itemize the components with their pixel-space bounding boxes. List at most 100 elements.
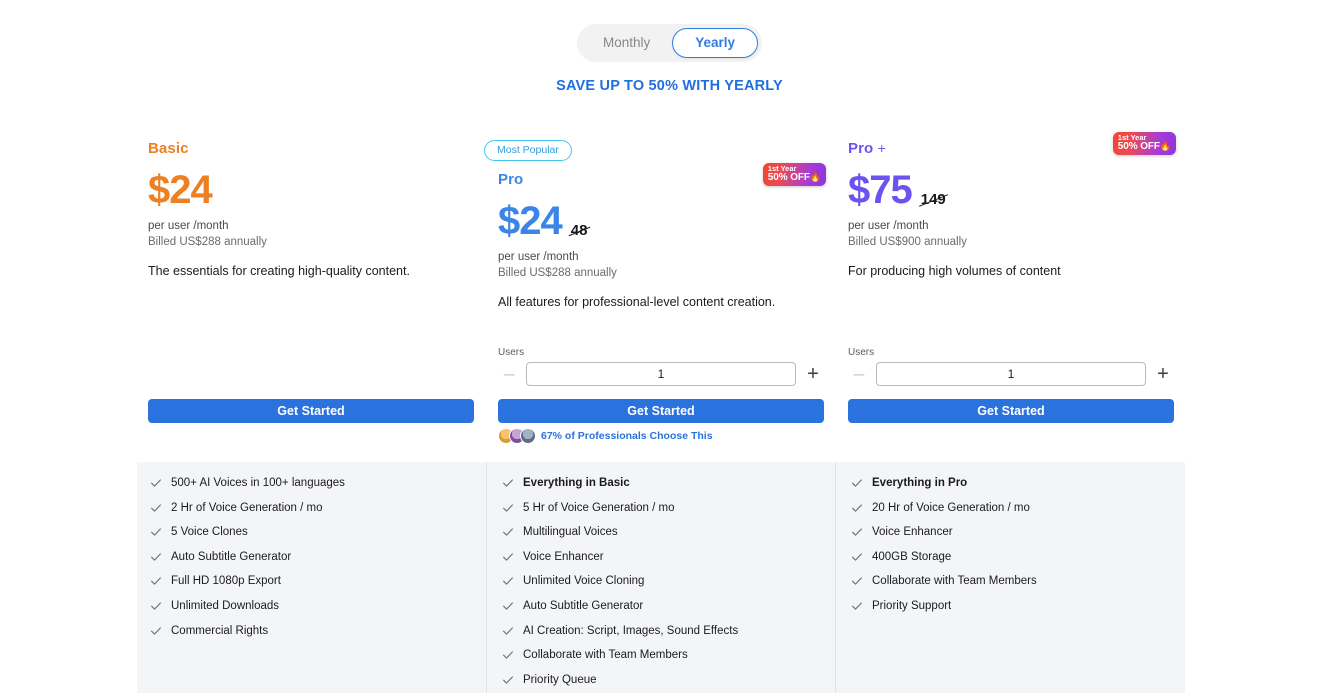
feature-item: Unlimited Downloads <box>149 599 486 613</box>
users-quantity-input-pro-plus[interactable]: 1 <box>876 362 1146 386</box>
feature-item: Priority Queue <box>501 673 835 687</box>
check-icon <box>151 528 161 536</box>
feature-label: 20 Hr of Voice Generation / mo <box>872 501 1030 514</box>
check-icon <box>151 627 161 635</box>
get-started-button-basic[interactable]: Get Started <box>148 399 474 423</box>
feature-item: 20 Hr of Voice Generation / mo <box>850 501 1184 515</box>
feature-item: 500+ AI Voices in 100+ languages <box>149 476 486 490</box>
toggle-option-yearly[interactable]: Yearly <box>672 28 759 58</box>
check-icon <box>503 627 513 635</box>
users-stepper-block-pro-plus: Users – 1 + <box>848 347 1174 386</box>
feature-item: Collaborate with Team Members <box>850 574 1184 588</box>
feature-item: 5 Voice Clones <box>149 525 486 539</box>
plan-header-pro-plus: Pro + 1st Year 50% OFF🔥 <box>848 132 1176 162</box>
price-row-pro: $24 48 <box>498 201 824 241</box>
discount-badge-line2-pro: 50% OFF🔥 <box>767 171 821 184</box>
check-icon <box>503 528 513 536</box>
feature-label: Collaborate with Team Members <box>872 575 1037 588</box>
check-icon <box>503 651 513 659</box>
plan-name-basic: Basic <box>148 140 189 157</box>
fire-icon: 🔥 <box>809 171 821 182</box>
plan-price-pro: $24 <box>498 199 563 243</box>
feature-label: 400GB Storage <box>872 550 952 563</box>
get-started-button-pro[interactable]: Get Started <box>498 399 824 423</box>
discount-badge-text-pro: 50% OFF <box>767 171 810 183</box>
plan-billed-pro-plus: Billed US$900 annually <box>848 235 967 248</box>
feature-label: Voice Enhancer <box>523 550 604 563</box>
check-icon <box>151 504 161 512</box>
check-icon <box>852 504 862 512</box>
plan-header-pro: Pro 1st Year 50% OFF🔥 <box>498 163 826 193</box>
plan-name-suffix-pro-plus: + <box>877 140 886 156</box>
discount-badge-line2-pro-plus: 50% OFF🔥 <box>1118 141 1171 153</box>
feature-item: Everything in Basic <box>501 476 835 490</box>
users-quantity-input-pro[interactable]: 1 <box>526 362 796 386</box>
users-stepper-pro-plus[interactable]: – 1 + <box>848 362 1174 386</box>
discount-badge-pro-plus: 1st Year 50% OFF🔥 <box>1112 132 1176 156</box>
plan-old-price-pro: 48 <box>568 222 590 239</box>
feature-label: Unlimited Voice Cloning <box>523 575 645 588</box>
feature-label: Voice Enhancer <box>872 526 953 539</box>
feature-item: Voice Enhancer <box>501 550 835 564</box>
check-icon <box>852 528 862 536</box>
plan-card-pro: Most Popular Pro 1st Year 50% OFF🔥 $24 4… <box>484 140 826 444</box>
feature-item: Auto Subtitle Generator <box>501 599 835 613</box>
feature-label: Full HD 1080p Export <box>171 575 281 588</box>
plan-description-basic: The essentials for creating high-quality… <box>148 264 410 279</box>
feature-item: Auto Subtitle Generator <box>149 550 486 564</box>
billing-period-toggle[interactable]: Monthly Yearly <box>576 24 763 62</box>
check-icon <box>503 504 513 512</box>
increment-users-button-pro[interactable]: + <box>802 364 824 384</box>
plan-card-pro-plus: Pro + 1st Year 50% OFF🔥 $75 149 per user… <box>848 132 1176 423</box>
billing-toggle-section: Monthly Yearly SAVE UP TO 50% WITH YEARL… <box>0 24 1339 94</box>
check-icon <box>852 602 862 610</box>
social-proof-pro[interactable]: 67% of Professionals Choose This <box>498 428 713 444</box>
users-label-pro-plus: Users <box>848 347 875 358</box>
decrement-users-button-pro[interactable]: – <box>498 365 520 384</box>
plan-billed-pro: Billed US$288 annually <box>498 266 617 279</box>
plan-period-pro: per user /month <box>498 251 579 263</box>
social-proof-label[interactable]: 67% of Professionals Choose This <box>541 430 713 442</box>
users-stepper-block-pro: Users – 1 + <box>498 347 824 386</box>
feature-item: AI Creation: Script, Images, Sound Effec… <box>501 624 835 638</box>
feature-label: 2 Hr of Voice Generation / mo <box>171 501 323 514</box>
feature-item: Unlimited Voice Cloning <box>501 574 835 588</box>
pricing-page: Monthly Yearly SAVE UP TO 50% WITH YEARL… <box>0 0 1339 693</box>
plan-header-basic: Basic <box>148 140 474 162</box>
feature-label: 500+ AI Voices in 100+ languages <box>171 477 345 489</box>
check-icon <box>503 479 513 487</box>
users-stepper-pro[interactable]: – 1 + <box>498 362 824 386</box>
feature-item: 400GB Storage <box>850 550 1184 564</box>
plan-period-pro-plus: per user /month <box>848 220 929 232</box>
price-row-pro-plus: $75 149 <box>848 170 1174 210</box>
feature-label: Priority Support <box>872 599 952 612</box>
check-icon <box>151 602 161 610</box>
increment-users-button-pro-plus[interactable]: + <box>1152 364 1174 384</box>
avatar-group <box>498 428 536 444</box>
feature-label: Everything in Pro <box>872 477 968 489</box>
features-column-basic: 500+ AI Voices in 100+ languages 2 Hr of … <box>137 462 486 693</box>
feature-label: Auto Subtitle Generator <box>523 599 644 612</box>
check-icon <box>503 676 513 684</box>
toggle-option-monthly[interactable]: Monthly <box>581 28 672 58</box>
feature-label: 5 Voice Clones <box>171 526 248 539</box>
feature-item: Collaborate with Team Members <box>501 648 835 662</box>
feature-label: Collaborate with Team Members <box>523 649 688 662</box>
feature-item: Voice Enhancer <box>850 525 1184 539</box>
check-icon <box>852 553 862 561</box>
feature-label: Priority Queue <box>523 673 597 686</box>
decrement-users-button-pro-plus[interactable]: – <box>848 365 870 384</box>
feature-item: 2 Hr of Voice Generation / mo <box>149 501 486 515</box>
get-started-button-pro-plus[interactable]: Get Started <box>848 399 1174 423</box>
check-icon <box>503 602 513 610</box>
check-icon <box>151 577 161 586</box>
feature-item: Everything in Pro <box>850 476 1184 490</box>
plan-old-price-pro-plus: 149 <box>918 191 948 208</box>
users-label-pro: Users <box>498 347 525 358</box>
plan-card-basic: Basic $24 per user /month Billed US$288 … <box>148 140 474 423</box>
plan-billed-basic: Billed US$288 annually <box>148 235 267 248</box>
price-row-basic: $24 <box>148 170 474 210</box>
feature-item: Commercial Rights <box>149 624 486 638</box>
features-comparison-panel: 500+ AI Voices in 100+ languages 2 Hr of … <box>137 462 1185 693</box>
check-icon <box>852 479 862 487</box>
